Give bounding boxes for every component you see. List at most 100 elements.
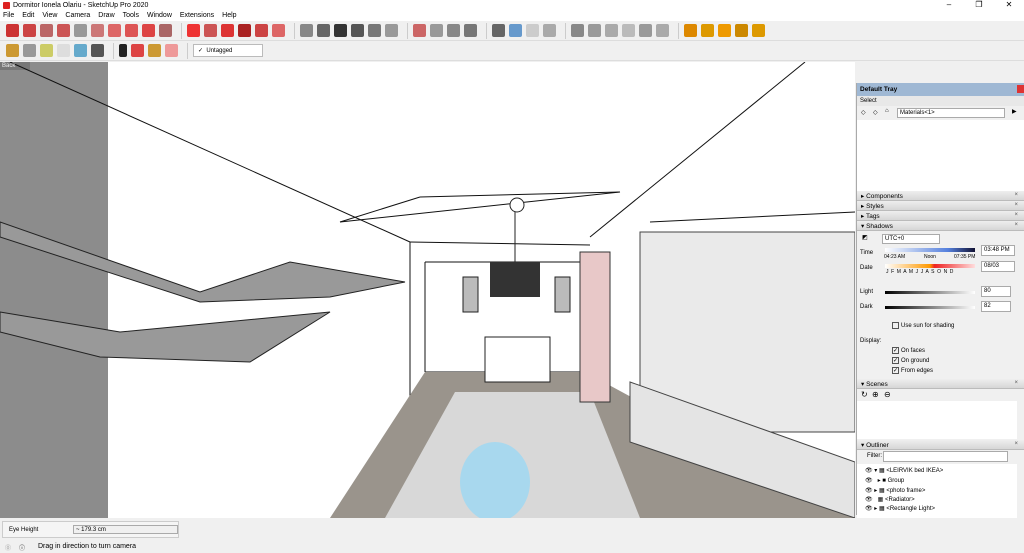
menu-tools[interactable]: Tools	[123, 12, 139, 19]
tool-button-icon[interactable]	[385, 24, 398, 37]
time-slider[interactable]	[885, 248, 975, 252]
shadows-section[interactable]: ▾ Shadows ×	[857, 221, 1024, 231]
dark-slider[interactable]	[885, 306, 975, 309]
scene-tab-back[interactable]: Back	[2, 63, 15, 69]
refresh-icon[interactable]: ↻	[861, 390, 868, 399]
protractor-icon[interactable]	[40, 44, 53, 57]
tool-button-icon[interactable]	[125, 24, 138, 37]
tag-select[interactable]: ✓ Untagged	[193, 44, 263, 57]
remove-scene-icon[interactable]: ⊖	[884, 390, 891, 399]
menu-help[interactable]: Help	[222, 12, 236, 19]
tool-button-icon[interactable]	[464, 24, 477, 37]
add-scene-icon[interactable]: ⊕	[872, 390, 879, 399]
menu-view[interactable]: View	[42, 12, 57, 19]
shadows-toggle-icon[interactable]: ◩	[862, 234, 868, 241]
filter-input[interactable]	[883, 451, 1008, 462]
tool-button-icon[interactable]	[255, 24, 268, 37]
timezone-select[interactable]: UTC+0	[882, 234, 940, 244]
tool-button-icon[interactable]	[6, 24, 19, 37]
light-field[interactable]: 80	[981, 286, 1011, 297]
outliner-item[interactable]: 👁 ▸ ■ Group	[865, 477, 904, 484]
menu-draw[interactable]: Draw	[98, 12, 114, 19]
tool-button-icon[interactable]	[588, 24, 601, 37]
tool-button-icon[interactable]	[447, 24, 460, 37]
forward-arrow-icon[interactable]: ◇	[873, 109, 878, 116]
tool-button-icon[interactable]	[526, 24, 539, 37]
tool-button-icon[interactable]	[159, 24, 172, 37]
tool-button-icon[interactable]	[492, 24, 505, 37]
maximize-button[interactable]: ❐	[964, 0, 994, 10]
tool-button-icon[interactable]	[413, 24, 426, 37]
tool-button-icon[interactable]	[718, 24, 731, 37]
tool-button-icon[interactable]	[430, 24, 443, 37]
menu-file[interactable]: File	[3, 12, 14, 19]
details-arrow-icon[interactable]: ▶	[1012, 108, 1017, 115]
outliner-item[interactable]: 👁 ▦ <Radiator>	[865, 496, 915, 503]
outliner-section[interactable]: ▾ Outliner ×	[857, 440, 1024, 450]
tray-close-button[interactable]	[1017, 85, 1024, 93]
tool-button-icon[interactable]	[300, 24, 313, 37]
dimension-icon[interactable]	[23, 44, 36, 57]
outliner-item[interactable]: 👁 ▾ ▦ <LEIRVIK bed IKEA>	[865, 467, 943, 474]
axes-icon[interactable]	[74, 44, 87, 57]
outliner-item[interactable]: 👁 ▸ ▦ <photo frame>	[865, 487, 925, 494]
tool-button-icon[interactable]	[735, 24, 748, 37]
menu-camera[interactable]: Camera	[65, 12, 90, 19]
minimize-button[interactable]: –	[934, 0, 964, 10]
tool-button-icon[interactable]	[571, 24, 584, 37]
tool-button-icon[interactable]	[656, 24, 669, 37]
on-faces-checkbox[interactable]: ✓ On faces	[892, 347, 925, 354]
tool-button-icon[interactable]	[605, 24, 618, 37]
tags-section[interactable]: ▸ Tags ×	[857, 211, 1024, 221]
3d-viewport[interactable]: Back	[0, 62, 855, 518]
tool-button-icon[interactable]	[317, 24, 330, 37]
components-section[interactable]: ▸ Components ×	[857, 191, 1024, 201]
make-component-icon[interactable]	[131, 44, 144, 57]
tool-button-icon[interactable]	[142, 24, 155, 37]
tool-button-icon[interactable]	[639, 24, 652, 37]
use-sun-checkbox[interactable]: Use sun for shading	[892, 322, 954, 329]
eraser-icon[interactable]	[165, 44, 178, 57]
credits-icon[interactable]: ⓘ	[19, 543, 25, 552]
outliner-item[interactable]: 👁 ▸ ▦ <Rectangle Light>	[865, 505, 935, 512]
paint-bucket-icon[interactable]	[148, 44, 161, 57]
tool-button-icon[interactable]	[351, 24, 364, 37]
tool-button-icon[interactable]	[238, 24, 251, 37]
tool-button-icon[interactable]	[74, 24, 87, 37]
tool-button-icon[interactable]	[23, 24, 36, 37]
styles-section[interactable]: ▸ Styles ×	[857, 201, 1024, 211]
dark-field[interactable]: 82	[981, 301, 1011, 312]
menu-extensions[interactable]: Extensions	[180, 12, 214, 19]
tool-button-icon[interactable]	[272, 24, 285, 37]
tool-button-icon[interactable]	[701, 24, 714, 37]
tool-button-icon[interactable]	[684, 24, 697, 37]
section-plane-icon[interactable]	[91, 44, 104, 57]
tool-button-icon[interactable]	[334, 24, 347, 37]
date-field[interactable]: 08/03	[981, 261, 1015, 272]
tool-button-icon[interactable]	[204, 24, 217, 37]
from-edges-checkbox[interactable]: ✓ From edges	[892, 367, 933, 374]
tool-button-icon[interactable]	[543, 24, 556, 37]
text-icon[interactable]	[57, 44, 70, 57]
measurements-field[interactable]: ~ 179.3 cm	[73, 525, 178, 534]
time-field[interactable]: 03:48 PM	[981, 245, 1015, 256]
tool-button-icon[interactable]	[752, 24, 765, 37]
tool-button-icon[interactable]	[91, 24, 104, 37]
menu-window[interactable]: Window	[147, 12, 172, 19]
home-icon[interactable]: ⌂	[885, 108, 889, 114]
tool-button-icon[interactable]	[622, 24, 635, 37]
tool-button-icon[interactable]	[221, 24, 234, 37]
tool-button-icon[interactable]	[368, 24, 381, 37]
date-slider[interactable]	[885, 264, 975, 268]
tape-measure-icon[interactable]	[6, 44, 19, 57]
tool-button-icon[interactable]	[57, 24, 70, 37]
tool-button-icon[interactable]	[509, 24, 522, 37]
scenes-section[interactable]: ▾ Scenes ×	[857, 379, 1024, 389]
tool-button-icon[interactable]	[40, 24, 53, 37]
light-slider[interactable]	[885, 291, 975, 294]
tool-button-icon[interactable]	[187, 24, 200, 37]
geo-location-icon[interactable]: ⓪	[5, 543, 11, 552]
close-button[interactable]: ✕	[994, 0, 1024, 10]
menu-edit[interactable]: Edit	[22, 12, 34, 19]
back-arrow-icon[interactable]: ◇	[861, 109, 866, 116]
